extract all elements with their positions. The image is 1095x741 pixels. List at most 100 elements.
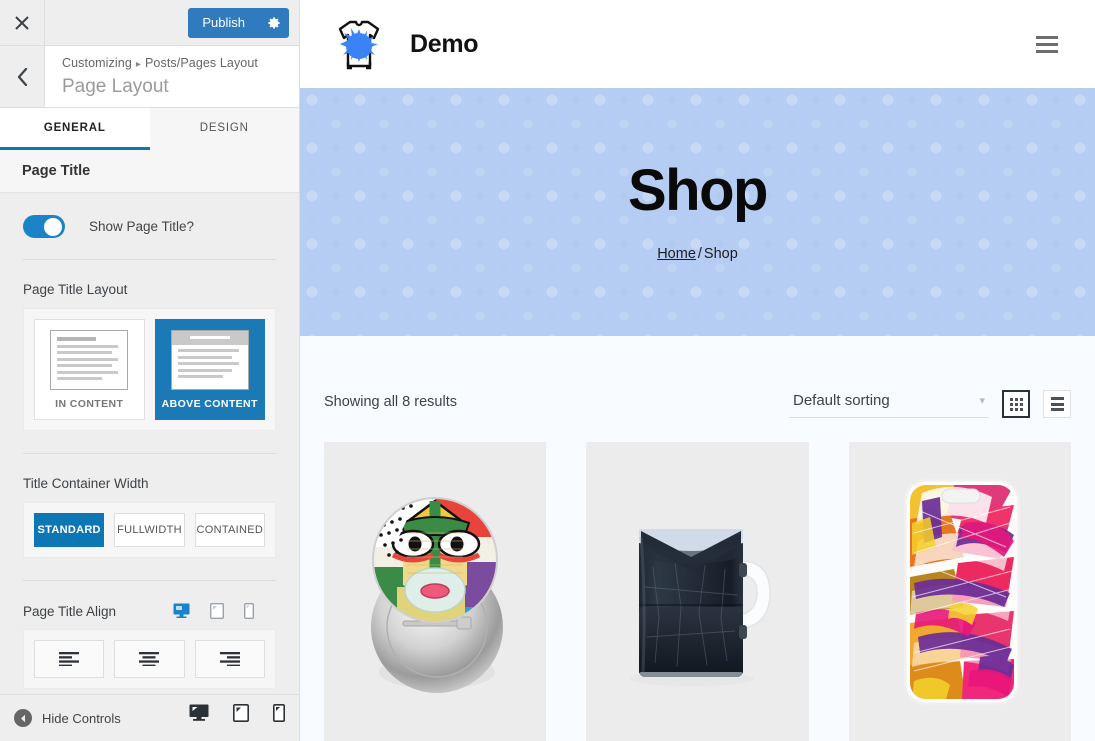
align-center-icon xyxy=(139,652,160,666)
panel-title: Page Layout xyxy=(62,76,169,97)
breadcrumb: Home / Shop xyxy=(657,246,738,262)
control-divider xyxy=(23,259,276,260)
breadcrumb-separator: ▸ xyxy=(135,59,141,70)
title-container-width-options: STANDARD FULLWIDTH CONTAINED xyxy=(23,502,276,558)
customizer-app: Publish Customizing▸ Posts/Pages Layout xyxy=(0,0,1095,741)
grid-view-icon xyxy=(1009,397,1023,411)
control-divider xyxy=(23,580,276,581)
align-option-right[interactable] xyxy=(194,640,265,678)
chevron-left-small-icon xyxy=(21,714,25,722)
section-title-page-title: Page Title xyxy=(0,150,299,193)
pin-badge-product-image xyxy=(371,497,504,693)
customizer-topbar: Publish xyxy=(0,0,299,46)
above-content-thumbnail-icon xyxy=(170,330,249,390)
product-card[interactable] xyxy=(848,442,1071,741)
page-title-align-options xyxy=(23,629,276,689)
mobile-icon[interactable] xyxy=(244,603,254,619)
product-card[interactable] xyxy=(586,442,809,741)
list-view-icon xyxy=(1050,397,1064,411)
title-container-width-control: Title Container Width STANDARD FULLWIDTH… xyxy=(0,476,299,558)
collapse-icon xyxy=(14,709,32,727)
sidebar-footer: Hide Controls xyxy=(0,694,299,741)
mobile-icon xyxy=(273,703,285,722)
align-left-icon xyxy=(59,652,80,666)
title-container-width-label: Title Container Width xyxy=(23,476,149,491)
tablet-icon xyxy=(233,703,249,722)
tshirt-logo-icon xyxy=(338,20,380,70)
chevron-down-icon: ▾ xyxy=(979,395,985,407)
page-title-align-header: Page Title Align xyxy=(23,603,276,619)
controls-area: Show Page Title? Page Title Layout IN CO… xyxy=(0,193,299,741)
page-title: Shop xyxy=(628,158,768,223)
sorting-value: Default sorting xyxy=(793,392,890,409)
list-view-button[interactable] xyxy=(1043,390,1071,418)
breadcrumb-home-link[interactable]: Home xyxy=(657,246,696,262)
desktop-icon xyxy=(189,704,209,721)
width-option-contained[interactable]: CONTAINED xyxy=(194,513,265,547)
customizer-sidebar: Publish Customizing▸ Posts/Pages Layout xyxy=(0,0,300,741)
show-page-title-label: Show Page Title? xyxy=(89,219,195,234)
desktop-icon[interactable] xyxy=(173,603,190,618)
chevron-left-icon xyxy=(17,67,27,86)
align-device-switcher xyxy=(173,603,276,619)
toolbar-controls: Default sorting ▾ xyxy=(789,390,1071,428)
publish-button[interactable]: Publish xyxy=(188,7,259,38)
width-option-fullwidth[interactable]: FULLWIDTH xyxy=(114,513,185,547)
mug-product-image xyxy=(630,529,772,686)
shop-toolbar: Showing all 8 results Default sorting ▾ xyxy=(324,336,1071,428)
footer-device-switcher xyxy=(189,703,299,733)
sorting-select[interactable]: Default sorting ▾ xyxy=(789,392,989,418)
product-grid xyxy=(324,442,1071,741)
breadcrumb-root: Customizing xyxy=(62,56,132,70)
result-count: Showing all 8 results xyxy=(324,394,457,410)
publish-settings-button[interactable] xyxy=(259,7,289,38)
page-title-align-control: Page Title Align xyxy=(0,603,299,689)
breadcrumb-slash: / xyxy=(697,246,702,262)
layout-option-in-content[interactable]: IN CONTENT xyxy=(34,319,145,420)
gear-icon xyxy=(268,16,280,29)
panel-back-button[interactable] xyxy=(0,46,45,107)
layout-option-above-content[interactable]: ABOVE CONTENT xyxy=(154,319,265,420)
hide-controls-label: Hide Controls xyxy=(42,710,121,726)
site-header: Demo xyxy=(300,0,1095,88)
product-card[interactable] xyxy=(324,442,547,741)
tablet-icon[interactable] xyxy=(210,603,224,619)
control-divider xyxy=(23,453,276,454)
phone-case-product-image xyxy=(903,479,1020,705)
in-content-thumbnail-icon xyxy=(50,330,129,390)
footer-tablet-button[interactable] xyxy=(233,703,249,733)
align-right-icon xyxy=(219,652,240,666)
panel-tabs: GENERAL DESIGN xyxy=(0,108,299,150)
footer-mobile-button[interactable] xyxy=(273,703,285,733)
width-option-standard[interactable]: STANDARD xyxy=(34,513,105,547)
tab-design[interactable]: DESIGN xyxy=(149,108,299,150)
page-title-align-label: Page Title Align xyxy=(23,603,117,619)
hide-controls-button[interactable]: Hide Controls xyxy=(0,709,121,727)
show-page-title-control: Show Page Title? xyxy=(0,193,299,259)
tab-general[interactable]: GENERAL xyxy=(0,108,150,150)
grid-view-button[interactable] xyxy=(1002,390,1030,418)
align-option-left[interactable] xyxy=(34,640,105,678)
toggle-knob xyxy=(44,217,62,236)
align-option-center[interactable] xyxy=(114,640,185,678)
show-page-title-toggle[interactable] xyxy=(23,215,65,238)
footer-desktop-button[interactable] xyxy=(189,704,209,733)
panel-titles: Customizing ▸ Posts/Pages Layout Page Layo… xyxy=(45,46,258,107)
page-hero: Shop Home / Shop xyxy=(300,88,1095,336)
page-title-layout-options: IN CONTENT ABOVE CONTENT xyxy=(23,308,276,431)
publish-group: Publish xyxy=(188,7,289,38)
site-title: Demo xyxy=(410,29,479,58)
site-preview: Demo Shop Home / Shop Showing all 8 result… xyxy=(300,0,1095,741)
page-title-layout-label: Page Title Layout xyxy=(23,282,128,297)
close-customizer-button[interactable] xyxy=(0,0,45,45)
layout-option-above-content-label: ABOVE CONTENT xyxy=(161,398,258,410)
close-icon xyxy=(15,15,29,30)
breadcrumb-parent: Posts/Pages Layout xyxy=(145,56,258,70)
page-title-layout-control: Page Title Layout IN CONTENT ABOVE CONTE… xyxy=(0,282,299,431)
breadcrumb: Customizing ▸ Posts/Pages Layout xyxy=(62,55,258,73)
shop-content: Showing all 8 results Default sorting ▾ xyxy=(300,336,1095,741)
panel-header: Customizing ▸ Posts/Pages Layout Page Layo… xyxy=(0,46,299,108)
breadcrumb-current: Shop xyxy=(703,246,738,262)
hamburger-menu-icon[interactable] xyxy=(1036,35,1058,53)
site-branding[interactable]: Demo xyxy=(326,12,479,76)
